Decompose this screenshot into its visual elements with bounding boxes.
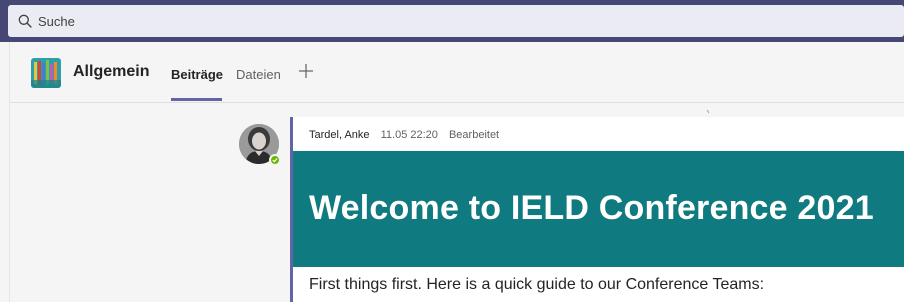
plus-icon[interactable] xyxy=(297,62,315,80)
active-tab-indicator xyxy=(171,98,222,101)
top-bar xyxy=(0,0,904,42)
message-card[interactable]: Tardel, Anke 11.05 22:20 Bearbeitet Welc… xyxy=(290,117,904,302)
banner-title: Welcome to IELD Conference 2021 xyxy=(309,189,874,227)
presence-badge xyxy=(269,154,281,166)
search-input[interactable] xyxy=(38,5,878,37)
message-body: First things first. Here is a quick guid… xyxy=(309,276,765,293)
message-edited-label: Bearbeitet xyxy=(448,129,500,141)
search-box[interactable] xyxy=(8,5,904,37)
message-meta: Tardel, Anke 11.05 22:20 Bearbeitet xyxy=(309,129,507,141)
previous-message-remnant xyxy=(706,101,712,114)
message-timestamp: 11.05 22:20 xyxy=(380,129,438,141)
team-logo xyxy=(31,58,61,88)
left-rail-edge xyxy=(0,42,10,302)
check-icon xyxy=(272,158,278,163)
channel-header: Allgemein Beiträge Dateien xyxy=(10,42,904,103)
search-icon xyxy=(18,14,32,28)
message-author[interactable]: Tardel, Anke xyxy=(309,129,370,141)
tab-posts[interactable]: Beiträge xyxy=(171,67,223,82)
channel-name: Allgemein xyxy=(73,63,150,80)
tab-files[interactable]: Dateien xyxy=(236,67,281,82)
welcome-banner: Welcome to IELD Conference 2021 xyxy=(293,151,904,267)
